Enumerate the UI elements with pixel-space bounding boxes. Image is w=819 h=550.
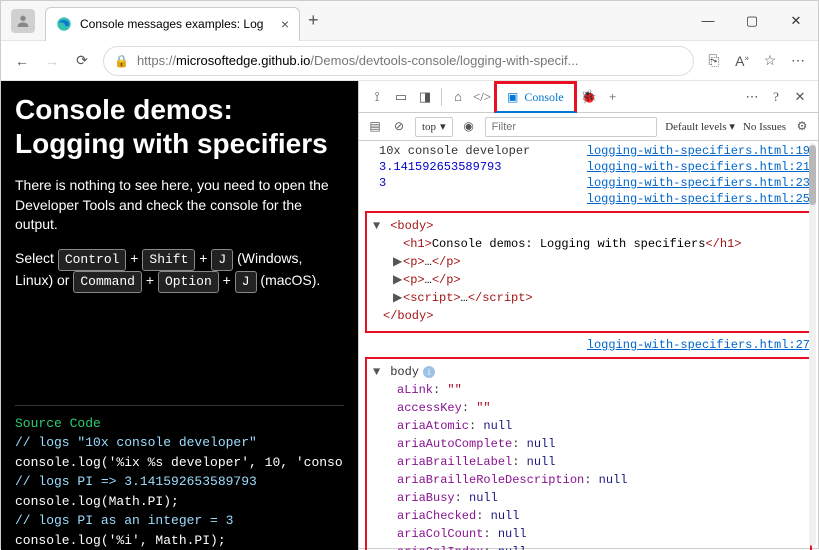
log-row: 3.141592653589793logging-with-specifiers…: [359, 159, 818, 175]
prop-row: ariaBusy: null: [373, 489, 804, 507]
app-icon[interactable]: ⎘: [700, 52, 728, 69]
log-text: 10x console developer: [379, 144, 587, 158]
elements-tab-icon[interactable]: </>: [470, 89, 494, 105]
url-box[interactable]: 🔒 https://microsoftedge.github.io/Demos/…: [103, 46, 694, 76]
filter-input[interactable]: [485, 117, 658, 137]
forward-button: →: [37, 53, 67, 69]
prop-row: ariaChecked: null: [373, 507, 804, 525]
debug-tab-icon[interactable]: 🐞: [577, 89, 601, 105]
dom-output-box: ▼ <body> ▶<h1>Console demos: Logging wit…: [365, 211, 812, 333]
titlebar: Console messages examples: Log × + — ▢ ✕: [1, 1, 818, 41]
address-bar: ← → ⟳ 🔒 https://microsoftedge.github.io/…: [1, 41, 818, 81]
console-filter-bar: ▤ ⊘ top ▾ ◉ Default levels ▾ No Issues ⚙: [359, 113, 818, 141]
page-pane: Console demos: Logging with specifiers T…: [1, 81, 358, 550]
source-link[interactable]: logging-with-specifiers.html:21: [587, 160, 810, 174]
close-tab-icon[interactable]: ×: [281, 16, 289, 32]
context-selector[interactable]: top ▾: [415, 117, 453, 137]
welcome-tab-icon[interactable]: ⌂: [446, 89, 470, 105]
log-row: 10x console developerlogging-with-specif…: [359, 143, 818, 159]
minimize-button[interactable]: —: [686, 1, 730, 41]
settings-icon[interactable]: ⚙: [790, 119, 814, 134]
close-devtools-icon[interactable]: ✕: [788, 89, 812, 105]
prop-row: ariaAutoComplete: null: [373, 435, 804, 453]
prop-row: accessKey: "": [373, 399, 804, 417]
window-controls: — ▢ ✕: [686, 1, 818, 41]
log-text: 3.141592653589793: [379, 160, 587, 174]
maximize-button[interactable]: ▢: [730, 1, 774, 41]
source-link[interactable]: logging-with-specifiers.html:25: [587, 192, 810, 206]
prop-row: aLink: "": [373, 381, 804, 399]
content-area: Console demos: Logging with specifiers T…: [1, 81, 818, 550]
levels-selector[interactable]: Default levels ▾: [665, 120, 735, 133]
devtools-pane: ⟟ ▭ ◨ ⌂ </> ▣ Console 🐞 + ⋯ ? ✕ ▤ ⊘ top …: [358, 81, 818, 550]
new-tab-button[interactable]: +: [308, 10, 319, 31]
console-tab[interactable]: ▣ Console: [494, 81, 577, 113]
devtools-tabs: ⟟ ▭ ◨ ⌂ </> ▣ Console 🐞 + ⋯ ? ✕: [359, 81, 818, 113]
lock-icon: 🔒: [114, 54, 129, 68]
sidebar-toggle-icon[interactable]: ▤: [363, 119, 387, 134]
log-text: 3: [379, 176, 587, 190]
source-link[interactable]: logging-with-specifiers.html:27: [587, 338, 810, 352]
close-window-button[interactable]: ✕: [774, 1, 818, 41]
prop-row: ariaAtomic: null: [373, 417, 804, 435]
refresh-button[interactable]: ⟳: [67, 52, 97, 69]
clear-console-icon[interactable]: ⊘: [387, 119, 411, 134]
page-heading: Console demos: Logging with specifiers: [15, 93, 344, 160]
page-source-code: Source Code // logs "10x console develop…: [15, 405, 344, 550]
log-row: 3logging-with-specifiers.html:23: [359, 175, 818, 191]
url-text: https://microsoftedge.github.io/Demos/de…: [137, 53, 579, 68]
more-tabs-icon[interactable]: +: [601, 89, 625, 105]
prop-row: ariaBrailleLabel: null: [373, 453, 804, 471]
object-props-box: ▼ bodyi aLink: ""accessKey: ""ariaAtomic…: [365, 357, 812, 550]
profile-avatar[interactable]: [11, 9, 35, 33]
tab-title: Console messages examples: Log: [80, 17, 275, 31]
panel-icon[interactable]: ◨: [413, 89, 437, 105]
menu-icon[interactable]: ⋯: [784, 52, 812, 69]
log-source-row: logging-with-specifiers.html:27: [359, 337, 818, 353]
source-link[interactable]: logging-with-specifiers.html:23: [587, 176, 810, 190]
log-row: logging-with-specifiers.html:25: [359, 191, 818, 207]
inspect-icon[interactable]: ⟟: [365, 89, 389, 105]
info-icon[interactable]: i: [423, 366, 435, 378]
no-issues-label[interactable]: No Issues: [743, 121, 786, 133]
console-icon: ▣: [507, 90, 518, 105]
prop-row: ariaColCount: null: [373, 525, 804, 543]
console-log: 10x console developerlogging-with-specif…: [359, 141, 818, 550]
log-text: [379, 192, 587, 206]
device-icon[interactable]: ▭: [389, 89, 413, 105]
read-aloud-icon[interactable]: A»: [728, 53, 756, 69]
help-icon[interactable]: ?: [764, 89, 788, 105]
back-button[interactable]: ←: [7, 53, 37, 69]
browser-tab[interactable]: Console messages examples: Log ×: [45, 7, 300, 41]
scrollbar[interactable]: [809, 143, 816, 546]
live-expression-icon[interactable]: ◉: [457, 119, 481, 134]
source-link[interactable]: logging-with-specifiers.html:19: [587, 144, 810, 158]
prop-row: ariaBrailleRoleDescription: null: [373, 471, 804, 489]
page-intro: There is nothing to see here, you need t…: [15, 176, 344, 235]
more-tools-icon[interactable]: ⋯: [740, 89, 764, 105]
page-shortcuts: Select Control + Shift + J (Windows, Lin…: [15, 249, 344, 293]
favorite-icon[interactable]: ☆: [756, 52, 784, 69]
edge-icon: [56, 16, 72, 32]
